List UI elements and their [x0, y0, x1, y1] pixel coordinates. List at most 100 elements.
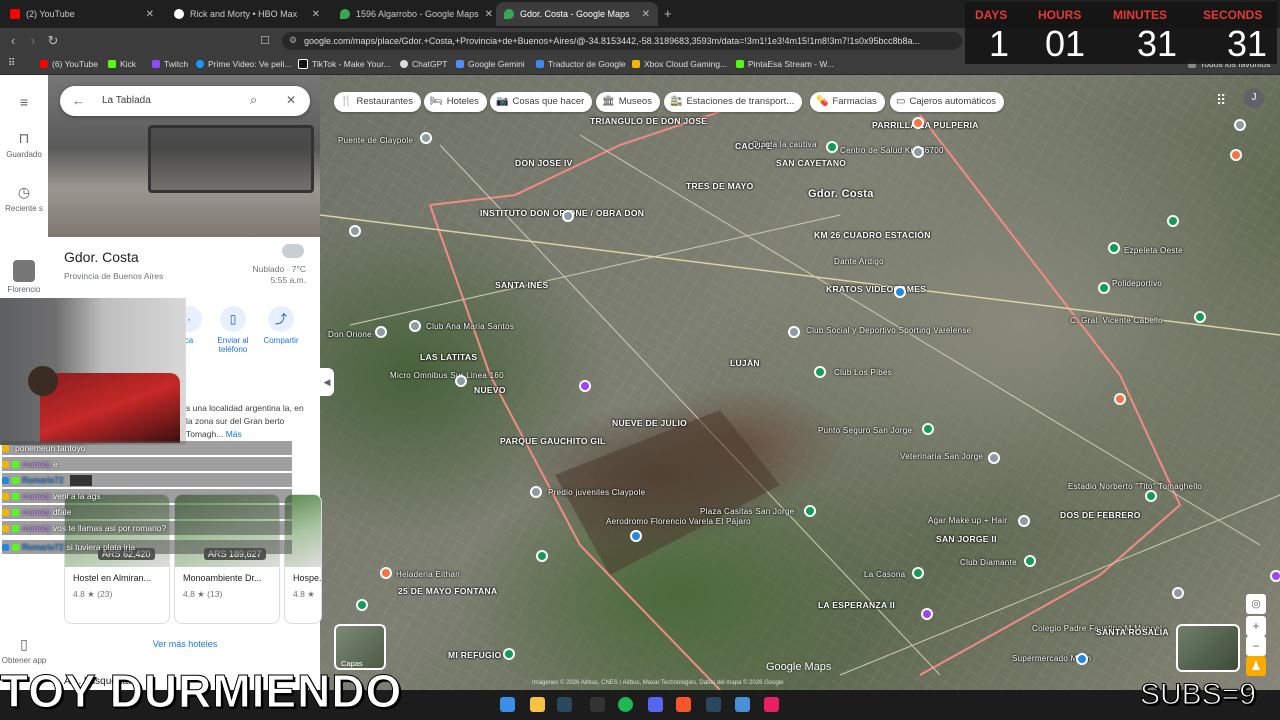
search-icon[interactable]: ⌕ [250, 92, 257, 108]
street-view-thumbnail[interactable] [1176, 624, 1240, 672]
bookmark-xbox[interactable]: Xbox Cloud Gaming... [632, 58, 727, 70]
discord-icon[interactable] [648, 697, 663, 712]
tab-maps-1[interactable]: 1596 Algarrobo - Google Maps ✕ [332, 2, 494, 26]
rail-florencio[interactable]: Florencio [0, 260, 48, 294]
more-link[interactable]: Más [226, 429, 242, 439]
hotel-pin-icon[interactable] [1114, 393, 1126, 405]
bookmark-chatgpt[interactable]: ChatGPT [400, 58, 447, 70]
zoom-out-button[interactable]: − [1246, 636, 1266, 656]
chip-transit[interactable]: 🚉 Estaciones de transport... [664, 92, 803, 112]
airport-pin-icon[interactable] [630, 530, 642, 542]
map-poi-icon[interactable] [1172, 587, 1184, 599]
address-bar[interactable]: google.com/maps/place/Gdor.+Costa,+Provi… [282, 32, 962, 50]
close-icon[interactable]: ✕ [485, 9, 493, 20]
food-pin-icon[interactable] [380, 567, 392, 579]
steam-icon[interactable] [557, 697, 572, 712]
map-poi-icon[interactable] [1018, 515, 1030, 527]
apps-icon[interactable]: ⠿ [8, 58, 15, 69]
search-input[interactable]: ← La Tablada ⌕ ✕ [60, 86, 310, 116]
bookmark-kick[interactable]: Kick [108, 58, 136, 70]
epic-games-icon[interactable] [590, 697, 605, 712]
place-pin-icon[interactable] [1270, 570, 1280, 582]
park-pin-icon[interactable] [1194, 311, 1206, 323]
my-location-icon[interactable]: ◎ [1246, 594, 1266, 614]
park-pin-icon[interactable] [814, 366, 826, 378]
close-icon[interactable]: ✕ [146, 9, 154, 20]
place-pin-icon[interactable] [921, 608, 933, 620]
new-tab-button[interactable]: + [664, 6, 672, 21]
close-icon[interactable]: ✕ [642, 9, 650, 20]
bookmark-pintaesa[interactable]: PintaEsa Stream - W... [736, 58, 834, 70]
rail-get-app[interactable]: ▯ Obtener app [0, 636, 48, 665]
bookmark-prime[interactable]: Prime Video: Ve peli... [196, 58, 291, 70]
back-button[interactable]: ‹ [4, 32, 22, 50]
tab-maps-active[interactable]: Gdor. Costa - Google Maps ✕ [496, 2, 658, 26]
map-poi-icon[interactable] [1234, 119, 1246, 131]
map-poi-icon[interactable] [530, 486, 542, 498]
map-poi-icon[interactable] [912, 146, 924, 158]
park-pin-icon[interactable] [912, 567, 924, 579]
park-pin-icon[interactable] [1145, 490, 1157, 502]
park-pin-icon[interactable] [503, 648, 515, 660]
zoom-in-button[interactable]: + [1246, 616, 1266, 636]
app-icon[interactable] [735, 697, 750, 712]
chip-atms[interactable]: ▭ Cajeros automáticos [890, 92, 1005, 112]
rail-recent[interactable]: ◷ Reciente s [0, 184, 48, 213]
tab-youtube[interactable]: (2) YouTube ✕ [2, 2, 162, 26]
bookmark-youtube[interactable]: (6) YouTube [40, 58, 98, 70]
send-to-phone-button[interactable]: ▯ Enviar al teléfono [210, 306, 256, 354]
close-icon[interactable]: ✕ [312, 9, 320, 20]
park-pin-icon[interactable] [1108, 242, 1120, 254]
bookmark-twitch[interactable]: Twitch [152, 58, 188, 70]
food-pin-icon[interactable] [1230, 149, 1242, 161]
chip-things-to-do[interactable]: 📷 Cosas que hacer [490, 92, 593, 112]
avatar[interactable]: J [1244, 88, 1264, 108]
tab-hbo[interactable]: Rick and Morty • HBO Max ✕ [166, 2, 328, 26]
shopping-pin-icon[interactable] [1076, 653, 1088, 665]
map-poi-icon[interactable] [375, 326, 387, 338]
bookmark-gemini[interactable]: Google Gemini [456, 58, 525, 70]
rail-saved[interactable]: ⊓ Guardado [0, 130, 48, 159]
back-arrow-icon[interactable]: ← [72, 93, 85, 108]
more-hotels-link[interactable]: Ver más hoteles [120, 639, 250, 649]
map-poi-icon[interactable] [420, 132, 432, 144]
steam-icon[interactable] [706, 697, 721, 712]
forward-button[interactable]: › [24, 32, 42, 50]
chip-pharmacies[interactable]: 💊 Farmacias [810, 92, 885, 112]
map-poi-icon[interactable] [562, 210, 574, 222]
park-pin-icon[interactable] [356, 599, 368, 611]
park-pin-icon[interactable] [536, 550, 548, 562]
spotify-icon[interactable] [618, 697, 633, 712]
share-button[interactable]: ⤴ Compartir [258, 306, 304, 345]
file-explorer-icon[interactable] [530, 697, 545, 712]
map-poi-icon[interactable] [988, 452, 1000, 464]
app-icon[interactable] [764, 697, 779, 712]
map-poi-icon[interactable] [455, 375, 467, 387]
park-pin-icon[interactable] [804, 505, 816, 517]
chip-museums[interactable]: 🏛 Museos [596, 92, 660, 112]
park-pin-icon[interactable] [922, 423, 934, 435]
site-info-icon[interactable]: ⚙ [289, 35, 297, 46]
bookmark-tiktok[interactable]: TikTok - Make Your... [298, 58, 391, 70]
pegman-icon[interactable]: ♟ [1246, 656, 1266, 676]
close-icon[interactable]: ✕ [286, 93, 296, 107]
reload-button[interactable]: ↻ [44, 32, 62, 50]
map-poi-icon[interactable] [788, 326, 800, 338]
park-pin-icon[interactable] [1098, 282, 1110, 294]
food-pin-icon[interactable] [912, 117, 924, 129]
bookmark-star-icon[interactable]: ☐ [256, 32, 274, 50]
windows-start-icon[interactable] [500, 697, 515, 712]
park-pin-icon[interactable] [1167, 215, 1179, 227]
park-pin-icon[interactable] [1024, 555, 1036, 567]
place-pin-icon[interactable] [579, 380, 591, 392]
park-pin-icon[interactable] [826, 141, 838, 153]
bookmark-translate[interactable]: Traductor de Google [536, 58, 626, 70]
shopping-pin-icon[interactable] [894, 286, 906, 298]
map-poi-icon[interactable] [409, 320, 421, 332]
chip-hotels[interactable]: 🛏 Hoteles [424, 92, 487, 112]
brave-icon[interactable] [676, 697, 691, 712]
menu-button[interactable]: ≡ [0, 94, 48, 113]
collapse-panel-button[interactable]: ◀ [320, 368, 334, 396]
chip-restaurants[interactable]: 🍴 Restaurantes [334, 92, 421, 112]
map-poi-icon[interactable] [349, 225, 361, 237]
